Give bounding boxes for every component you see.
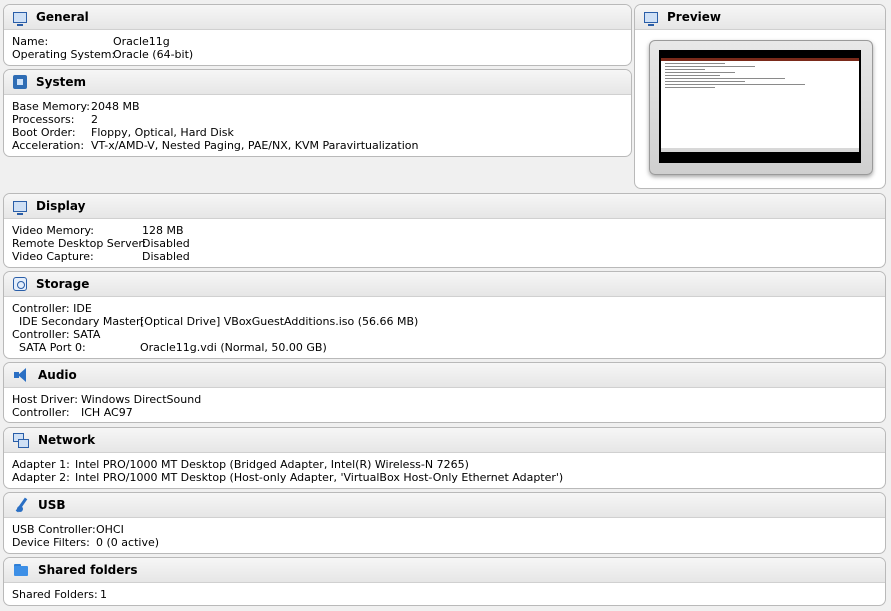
detail-row: Operating System: Oracle (64-bit) — [12, 48, 194, 61]
audio-section: Audio Host Driver: Windows DirectSound Co… — [3, 362, 886, 423]
detail-row: Video Memory: 128 MB — [12, 224, 184, 237]
audio-header[interactable]: Audio — [4, 363, 885, 388]
detail-row: SATA Port 0: Oracle11g.vdi (Normal, 50.00… — [12, 341, 327, 354]
detail-row: IDE Secondary Master: [Optical Drive] VBo… — [12, 315, 419, 328]
network-icon — [13, 432, 29, 448]
detail-row: Controller: ICH AC97 — [12, 406, 133, 419]
preview-thumbnail — [649, 40, 873, 175]
detail-row: Remote Desktop Server: Disabled — [12, 237, 190, 250]
network-title: Network — [38, 433, 96, 447]
display-header[interactable]: Display — [4, 194, 885, 219]
preview-section: Preview — [634, 4, 886, 189]
shared-folders-section: Shared folders Shared Folders: 1 — [3, 557, 886, 606]
detail-row: Name: Oracle11g — [12, 35, 170, 48]
usb-icon — [13, 497, 29, 513]
network-section: Network Adapter 1: Intel PRO/1000 MT Desk… — [3, 427, 886, 489]
usb-section: USB USB Controller: OHCI Device Filters: 0… — [3, 492, 886, 554]
system-title: System — [36, 75, 86, 89]
detail-row: Adapter 2: Intel PRO/1000 MT Desktop (Hos… — [12, 471, 564, 484]
system-section: System Base Memory: 2048 MB Processors: 2 … — [3, 69, 632, 157]
storage-section: Storage Controller: IDE IDE Secondary Ma… — [3, 271, 886, 359]
detail-row: Shared Folders: 1 — [12, 588, 107, 601]
audio-title: Audio — [38, 368, 77, 382]
monitor-icon — [13, 201, 27, 215]
detail-row: Host Driver: Windows DirectSound — [12, 393, 202, 406]
storage-title: Storage — [36, 277, 90, 291]
system-header[interactable]: System — [4, 70, 631, 95]
shared-folders-title: Shared folders — [38, 563, 138, 577]
display-section: Display Video Memory: 128 MB Remote Deskt… — [3, 193, 886, 268]
detail-row: Processors: 2 — [12, 113, 98, 126]
shared-folders-header[interactable]: Shared folders — [4, 558, 885, 583]
vm-screenshot — [661, 58, 859, 152]
monitor-icon — [13, 12, 27, 26]
detail-row: Device Filters: 0 (0 active) — [12, 536, 160, 549]
preview-screen — [659, 50, 861, 163]
storage-header[interactable]: Storage — [4, 272, 885, 297]
general-title: General — [36, 10, 89, 24]
speaker-icon — [13, 367, 29, 383]
preview-header[interactable]: Preview — [635, 5, 885, 30]
detail-row: Acceleration: VT-x/AMD-V, Nested Paging, … — [12, 139, 419, 152]
detail-row: Controller: IDE — [12, 302, 92, 315]
display-title: Display — [36, 199, 86, 213]
detail-row: Adapter 1: Intel PRO/1000 MT Desktop (Bri… — [12, 458, 469, 471]
detail-row: USB Controller: OHCI — [12, 523, 124, 536]
preview-title: Preview — [667, 10, 722, 24]
detail-row: Video Capture: Disabled — [12, 250, 190, 263]
chip-icon — [13, 75, 27, 89]
general-section: General Name: Oracle11g Operating System:… — [3, 4, 632, 66]
detail-row: Controller: SATA — [12, 328, 101, 341]
detail-row: Base Memory: 2048 MB — [12, 100, 140, 113]
general-header[interactable]: General — [4, 5, 631, 30]
usb-header[interactable]: USB — [4, 493, 885, 518]
detail-row: Boot Order: Floppy, Optical, Hard Disk — [12, 126, 234, 139]
monitor-icon — [644, 12, 658, 26]
network-header[interactable]: Network — [4, 428, 885, 453]
folder-icon — [13, 562, 29, 578]
usb-title: USB — [38, 498, 66, 512]
disk-icon — [13, 277, 27, 291]
